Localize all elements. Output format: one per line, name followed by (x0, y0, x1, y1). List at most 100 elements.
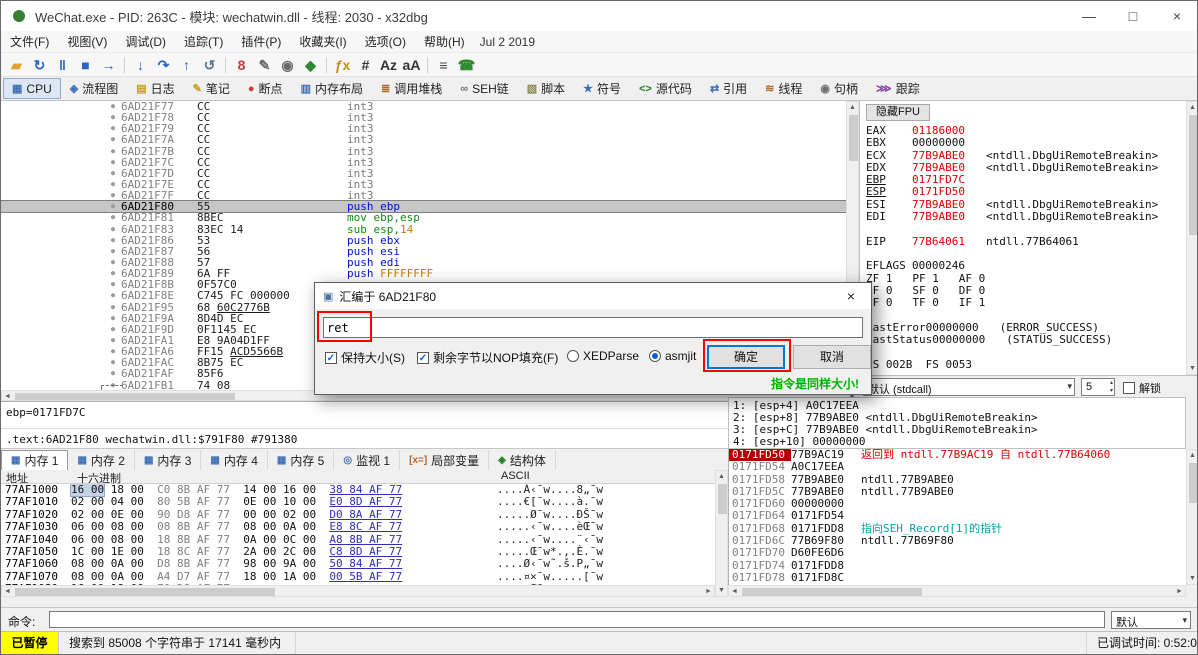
scylla-icon[interactable]: 8 (230, 54, 253, 76)
disasm-row[interactable]: ●6AD21F818BECmov ebp,esp (1, 212, 846, 223)
registers-vscrollbar[interactable]: ▲▼ (1186, 101, 1198, 375)
register-row[interactable]: EFLAGS00000246 (866, 260, 1186, 272)
tab-cpu[interactable]: ▦CPU (3, 78, 61, 99)
register-row[interactable] (866, 223, 1186, 235)
menu-item[interactable]: 收藏夹(I) (290, 33, 355, 51)
step-over-icon[interactable]: ↷ (152, 54, 175, 76)
tab-graph[interactable]: ◈流程图 (61, 78, 127, 99)
menu-item[interactable]: 追踪(T) (175, 33, 232, 51)
command-scope-select[interactable]: 默认 ▾ (1111, 611, 1191, 629)
maximize-button[interactable]: □ (1111, 8, 1155, 24)
bug-icon (13, 10, 25, 22)
argument-row[interactable]: 4: [esp+10] 00000000 (733, 436, 1185, 448)
info-line-1: ebp=0171FD7C (6, 406, 85, 419)
stack-row[interactable]: 0171FD54A0C17EEA (729, 461, 1186, 473)
open-file-icon[interactable]: ▰ (5, 54, 28, 76)
memory-dump-view[interactable]: 地址 十六进制 ASCII 77AF100016 00 18 00 C0 8B … (1, 470, 715, 585)
tab-trace[interactable]: ⋙跟踪 (867, 78, 929, 99)
menu-item[interactable]: 调试(D) (116, 33, 175, 51)
phone-icon[interactable]: ☎ (455, 54, 478, 76)
step-into-icon[interactable]: ↓ (129, 54, 152, 76)
keep-size-checkbox[interactable]: ✓ 保持大小(S) (325, 349, 405, 366)
register-row[interactable]: GS 002B FS 0053 (866, 359, 1186, 371)
tab-notes[interactable]: ✎笔记 (184, 78, 239, 99)
tab-dump4[interactable]: ▦内存 4 (201, 450, 267, 470)
menu-item[interactable]: 插件(P) (232, 33, 290, 51)
stop-icon[interactable]: ■ (74, 54, 97, 76)
register-row[interactable]: ESP0171FD50 (866, 186, 1186, 198)
disasm-row[interactable]: ●6AD21F7ACCint3 (1, 134, 846, 145)
struct-tab-icon: ◈ (498, 455, 506, 466)
run-icon[interactable]: → (97, 54, 120, 76)
tab-locals[interactable]: [x=]局部变量 (400, 450, 489, 470)
dialog-close-icon[interactable]: × (831, 283, 871, 309)
registers-panel[interactable]: 隐藏FPU EAX01186000EBX00000000ECX77B9ABE0<… (859, 101, 1186, 375)
minimize-button[interactable]: — (1067, 8, 1111, 24)
tab-log[interactable]: ▤日志 (127, 78, 183, 99)
restart-icon[interactable]: ↻ (28, 54, 51, 76)
register-row[interactable]: EDI77B9ABE0<ntdll.DbgUiRemoteBreakin> (866, 211, 1186, 223)
unlock-checkbox[interactable]: 解锁 (1123, 380, 1161, 396)
tab-seh[interactable]: ∞SEH链 (451, 78, 518, 99)
register-row[interactable]: CF 0 TF 0 IF 1 (866, 297, 1186, 309)
settings-icon[interactable]: ≡ (432, 54, 455, 76)
register-row[interactable]: ZF 1 PF 1 AF 0 (866, 273, 1186, 285)
tab-handles[interactable]: ◉句柄 (811, 78, 867, 99)
tab-symbols[interactable]: ★符号 (574, 78, 630, 99)
arguments-panel[interactable]: 1: [esp+4] A0C17EEA2: [esp+8] 77B9ABE0 <… (728, 397, 1186, 449)
stack-view[interactable]: 0171FD5077B9AC19返回到 ntdll.77B9AC19 自 ntd… (728, 449, 1186, 597)
menu-item[interactable]: 文件(F) (1, 33, 58, 51)
az-icon[interactable]: Az (377, 54, 400, 76)
cancel-button[interactable]: 取消 (793, 345, 871, 369)
tab-threads[interactable]: ≋线程 (756, 78, 811, 99)
tab-references[interactable]: ⇄引用 (701, 78, 756, 99)
command-input[interactable] (49, 611, 1105, 628)
stack-row[interactable]: 0171FD640171FD54 (729, 510, 1186, 522)
pause-icon[interactable]: ‖ (51, 54, 74, 76)
tab-watch1[interactable]: ◎监视 1 (334, 450, 400, 470)
register-row[interactable] (866, 309, 1186, 321)
dump-hscrollbar[interactable]: ◄► (1, 585, 715, 597)
tab-memory-map[interactable]: ▥内存布局 (292, 78, 372, 99)
menu-item[interactable]: 选项(O) (356, 33, 415, 51)
close-button[interactable]: × (1155, 8, 1198, 24)
register-row[interactable]: EBX00000000 (866, 137, 1186, 149)
stack-hscrollbar[interactable]: ◄► (728, 585, 1186, 597)
tab-struct[interactable]: ◈结构体 (489, 450, 556, 470)
execute-till-return-icon[interactable]: ↑ (175, 54, 198, 76)
nop-fill-checkbox[interactable]: ✓ 剩余字节以NOP填充(F) (417, 349, 558, 366)
shield-icon[interactable]: ◆ (299, 54, 322, 76)
tab-call-stack[interactable]: ≣调用堆栈 (372, 78, 451, 99)
tab-script[interactable]: ▧脚本 (518, 78, 574, 99)
tab-dump1[interactable]: ▦内存 1 (1, 450, 68, 470)
instruction-dot-icon: ● (105, 324, 121, 335)
case-icon[interactable]: aA (400, 54, 423, 76)
menu-item[interactable]: 帮助(H) (415, 33, 474, 51)
calling-convention-select[interactable]: 默认 (stdcall) ▾ (863, 378, 1075, 396)
disc-icon[interactable]: ◉ (276, 54, 299, 76)
tab-dump2[interactable]: ▦内存 2 (68, 450, 134, 470)
tab-dump3[interactable]: ▦内存 3 (135, 450, 201, 470)
register-row[interactable]: EIP77B64061ntdll.77B64061 (866, 236, 1186, 248)
asmjit-radio[interactable]: asmjit (649, 349, 696, 363)
hash-icon[interactable]: # (354, 54, 377, 76)
hide-fpu-button[interactable]: 隐藏FPU (866, 104, 930, 121)
assemble-instruction-input[interactable] (323, 317, 863, 338)
dialog-title-bar[interactable]: ▣ 汇编于 6AD21F80 × (315, 283, 871, 309)
register-row[interactable] (866, 346, 1186, 358)
instruction-dot-icon: ● (105, 212, 121, 223)
stack-vscrollbar[interactable]: ▲▼ (1186, 449, 1198, 585)
syringe-icon[interactable]: ✎ (253, 54, 276, 76)
register-row[interactable]: LastStatus00000000(STATUS_SUCCESS) (866, 334, 1186, 346)
tab-breakpoints[interactable]: ●断点 (239, 78, 292, 99)
tab-source[interactable]: <>源代码 (630, 78, 701, 99)
stack-row[interactable]: 0171FD70D60FE6D6 (729, 547, 1186, 559)
dump-vscrollbar[interactable]: ▲▼ (715, 470, 728, 597)
tab-dump5[interactable]: ▦内存 5 (268, 450, 334, 470)
arg-count-stepper[interactable]: 5 ▴▾ (1081, 378, 1115, 396)
fx-icon[interactable]: ƒx (331, 54, 354, 76)
menu-item[interactable]: 视图(V) (58, 33, 116, 51)
step-back-icon[interactable]: ↺ (198, 54, 221, 76)
xedparse-radio[interactable]: XEDParse (567, 349, 639, 363)
instruction-dot-icon: ● (105, 246, 121, 257)
